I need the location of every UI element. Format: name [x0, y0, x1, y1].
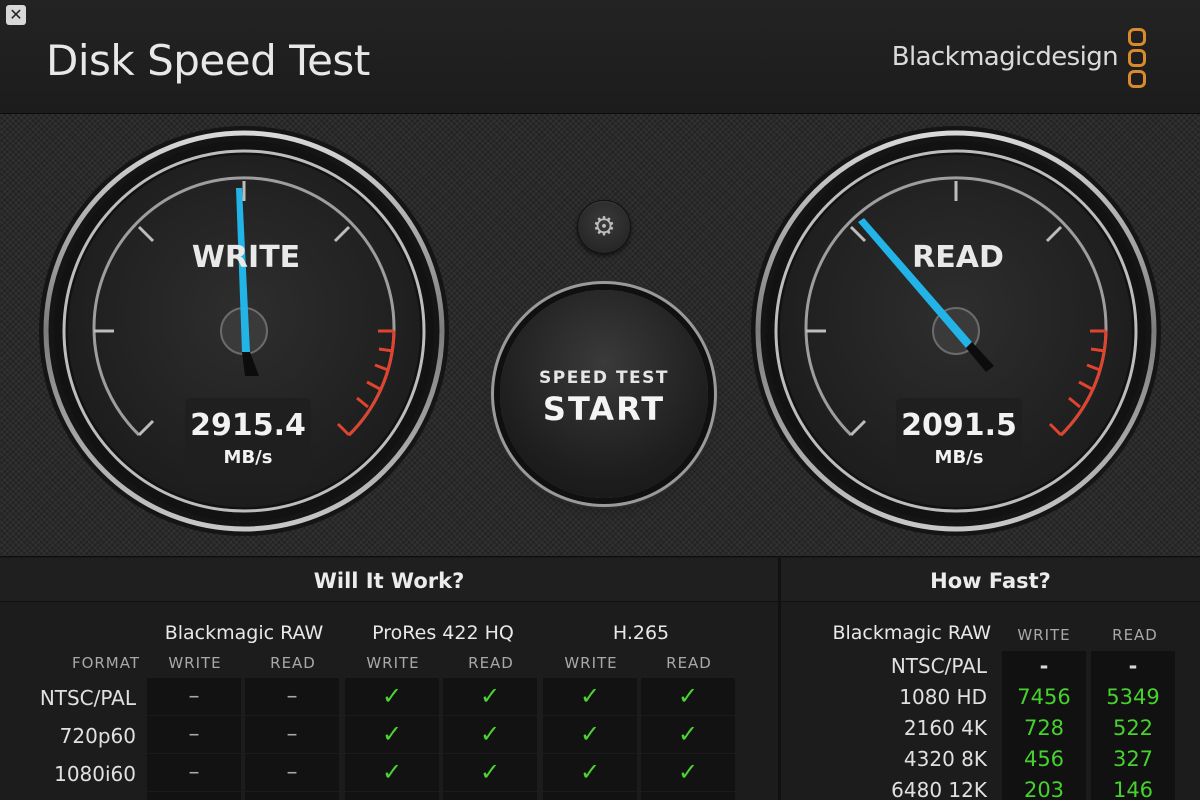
how-fast-title: How Fast? — [781, 558, 1200, 602]
group-h265: H.265 — [612, 622, 670, 644]
check-icon: ✓ — [543, 754, 639, 791]
row-label-format: 4320 8K — [903, 747, 987, 771]
check-icon: ✓ — [543, 678, 639, 715]
write-speed-readout: 2915.4 MB/s — [185, 398, 311, 484]
result-cell: – — [147, 754, 243, 791]
col-header-write: WRITE — [168, 654, 222, 672]
how-fast-panel: How Fast? Blackmagic RAW WRITE READ NTSC… — [781, 558, 1200, 800]
group-blackmagic-raw: Blackmagic RAW — [164, 622, 324, 644]
row-label-format: 720p60 — [59, 724, 136, 748]
will-it-work-title: Will It Work? — [0, 558, 778, 602]
result-cell — [443, 792, 539, 800]
check-icon: ✓ — [641, 754, 737, 791]
result-cell — [641, 792, 737, 800]
format-column-header: FORMAT — [71, 654, 140, 672]
row-label-format: 1080i60 — [54, 762, 136, 786]
start-button-label: START — [542, 390, 666, 428]
read-speed-readout: 2091.5 MB/s — [896, 398, 1022, 484]
fps-write-cell: 456 — [1002, 744, 1086, 775]
result-cell: – — [147, 678, 243, 715]
result-cell — [345, 792, 441, 800]
fps-read-cell: - — [1091, 651, 1175, 682]
fps-read-cell: 522 — [1091, 713, 1175, 744]
row-label-format: NTSC/PAL — [39, 686, 136, 710]
result-cell — [543, 792, 639, 800]
col-header-read: READ — [1112, 626, 1158, 644]
start-button-subtitle: SPEED TEST — [538, 368, 669, 388]
col-header-write: WRITE — [1017, 626, 1071, 644]
check-icon: ✓ — [443, 678, 539, 715]
check-icon: ✓ — [641, 678, 737, 715]
read-gauge-label: READ — [912, 240, 1004, 275]
brand-name: Blackmagicdesign — [891, 42, 1119, 72]
fps-write-cell: 7456 — [1002, 682, 1086, 713]
check-icon: ✓ — [543, 716, 639, 753]
gear-icon[interactable]: ⚙ — [577, 200, 631, 254]
result-cell — [147, 792, 243, 800]
check-icon: ✓ — [345, 678, 441, 715]
col-header-write: WRITE — [564, 654, 618, 672]
title-bar: ✕ Disk Speed Test Blackmagicdesign — [0, 0, 1200, 114]
fps-read-cell: 146 — [1091, 775, 1175, 800]
check-icon: ✓ — [443, 754, 539, 791]
close-icon[interactable]: ✕ — [6, 5, 26, 25]
row-label-format: 2160 4K — [903, 716, 987, 740]
check-icon: ✓ — [641, 716, 737, 753]
fps-write-cell: 203 — [1002, 775, 1086, 800]
col-header-read: READ — [666, 654, 712, 672]
read-speed-unit: MB/s — [934, 447, 984, 468]
read-speed-value: 2091.5 — [901, 408, 1017, 443]
write-speed-value: 2915.4 — [190, 408, 306, 443]
result-cell — [245, 792, 341, 800]
fps-read-cell: 327 — [1091, 744, 1175, 775]
write-speed-unit: MB/s — [223, 447, 273, 468]
check-icon: ✓ — [443, 716, 539, 753]
col-header-read: READ — [468, 654, 514, 672]
row-label-format: 1080 HD — [899, 685, 987, 709]
result-cell: – — [245, 678, 341, 715]
col-header-write: WRITE — [366, 654, 420, 672]
fps-read-cell: 5349 — [1091, 682, 1175, 713]
check-icon: ✓ — [345, 754, 441, 791]
group-prores-422-hq: ProRes 422 HQ — [372, 622, 514, 644]
col-header-read: READ — [270, 654, 316, 672]
fps-write-cell: - — [1002, 651, 1086, 682]
result-cell: – — [147, 716, 243, 753]
brand-logo-icon — [1126, 28, 1148, 92]
result-cell: – — [245, 716, 341, 753]
will-it-work-panel: Will It Work? Blackmagic RAW ProRes 422 … — [0, 558, 778, 800]
result-cell: – — [245, 754, 341, 791]
speed-test-start-button[interactable]: SPEED TEST START — [500, 290, 708, 498]
row-label-format: NTSC/PAL — [890, 654, 987, 678]
row-label-format: 6480 12K — [891, 778, 987, 800]
write-gauge-label: WRITE — [191, 240, 301, 275]
app-title: Disk Speed Test — [46, 36, 370, 85]
check-icon: ✓ — [345, 716, 441, 753]
fps-write-cell: 728 — [1002, 713, 1086, 744]
how-fast-codec: Blackmagic RAW — [832, 622, 991, 644]
gauge-panel: WRITE READ 2915.4 MB/s 2091.5 MB/s ⚙ SPE… — [0, 114, 1200, 557]
